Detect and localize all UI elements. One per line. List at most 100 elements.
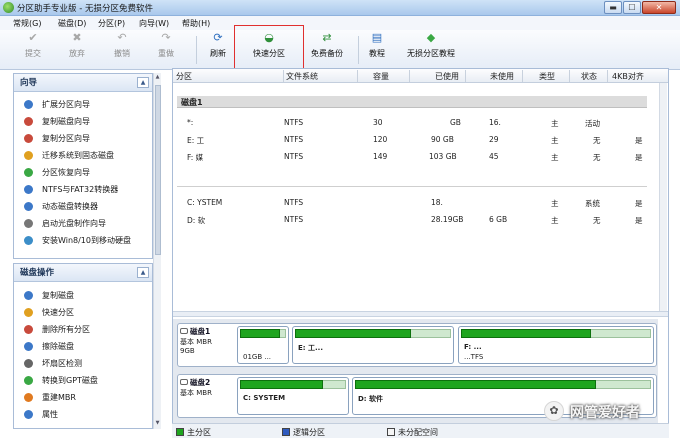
quick-partition-icon <box>24 308 33 317</box>
sidebar-item-quick-partition[interactable]: 快速分区 <box>14 304 152 321</box>
disk-ops-section: 磁盘操作 ▲ 复制磁盘 快速分区 删除所有分区 擦除磁盘 坏扇区检测 转换到GP… <box>13 263 153 429</box>
sidebar-item-copy-partition[interactable]: 复制分区向导 <box>14 130 152 147</box>
dynamic-disk-icon <box>24 202 33 211</box>
table-row[interactable]: *: NTFS 30 GB 16. 主 活动 <box>173 115 668 132</box>
col-filesystem[interactable]: 文件系统 <box>286 71 318 82</box>
scroll-up-arrow[interactable]: ▲ <box>154 74 161 82</box>
pane-splitter[interactable] <box>173 311 668 317</box>
sidebar-item-delete-all[interactable]: 删除所有分区 <box>14 321 152 338</box>
collapse-disk-ops-button[interactable]: ▲ <box>137 267 149 278</box>
cell-filesystem: NTFS <box>284 198 304 207</box>
scroll-down-arrow[interactable]: ▼ <box>154 420 161 428</box>
tutorial-button[interactable]: ▤ 教程 <box>362 32 392 68</box>
undo-button[interactable]: ↶ 撤销 <box>107 32 137 68</box>
disk1-row-header[interactable]: 磁盘1 <box>177 96 647 108</box>
rebuild-mbr-icon <box>24 393 33 402</box>
commit-button[interactable]: ✔ 提交 <box>18 32 48 68</box>
sidebar-item-label: 转换到GPT磁盘 <box>42 376 98 385</box>
disk1-partition-block[interactable]: F: ... ...TFS <box>458 326 654 364</box>
col-status[interactable]: 状态 <box>581 71 597 82</box>
cell-type: 主 <box>551 199 559 208</box>
sidebar-item-label: 快速分区 <box>42 308 74 317</box>
col-used[interactable]: 已使用 <box>435 71 459 82</box>
table-row[interactable]: F: 媒 NTFS 149 103 GB 45 主 无 是 <box>173 149 668 166</box>
col-free[interactable]: 未使用 <box>490 71 514 82</box>
sidebar-item-extend-partition[interactable]: 扩展分区向导 <box>14 96 152 113</box>
watermark: ✿ 网管爱好者 <box>544 400 670 422</box>
column-header: 分区 文件系统 容量 已使用 未使用 类型 状态 4KB对齐 <box>173 69 668 83</box>
sidebar-item-wipe-disk[interactable]: 擦除磁盘 <box>14 338 152 355</box>
sidebar-item-partition-recovery[interactable]: 分区恢复向导 <box>14 164 152 181</box>
col-separator <box>569 70 570 82</box>
cell-used: 28.19GB <box>431 215 464 224</box>
disk1-map-name: 磁盘1 <box>190 327 211 336</box>
table-row[interactable]: E: 工 NTFS 120 90 GB 29 主 无 是 <box>173 132 668 149</box>
free-backup-button[interactable]: ⇄ 免费备份 <box>305 32 349 68</box>
sidebar-item-properties[interactable]: 属性 <box>14 406 152 423</box>
sidebar-item-label: 删除所有分区 <box>42 325 90 334</box>
left-panel: 向导 ▲ 扩展分区向导 复制磁盘向导 复制分区向导 迁移系统到固态磁盘 分区恢复… <box>13 72 163 434</box>
menu-bar: 常规(G) 磁盘(D) 分区(P) 向导(W) 帮助(H) <box>0 16 680 30</box>
refresh-button[interactable]: ⟳ 刷新 <box>203 32 233 68</box>
cell-status: 无 <box>593 216 601 225</box>
sidebar-item-label: 扩展分区向导 <box>42 100 90 109</box>
close-button[interactable]: ✕ <box>642 1 676 14</box>
scroll-thumb[interactable] <box>155 85 161 255</box>
menu-general[interactable]: 常规(G) <box>13 18 41 29</box>
table-row[interactable]: C: YSTEM NTFS 18. 主 系统 是 <box>173 195 668 212</box>
lossless-tutorial-icon: ◆ <box>426 31 436 44</box>
menu-help[interactable]: 帮助(H) <box>182 18 210 29</box>
cell-filesystem: NTFS <box>284 118 304 127</box>
status-bar: 主分区 逻辑分区 未分配空间 <box>172 423 669 438</box>
disk2-map-name: 磁盘2 <box>190 378 211 387</box>
col-type[interactable]: 类型 <box>539 71 555 82</box>
sidebar-item-migrate-ssd[interactable]: 迁移系统到固态磁盘 <box>14 147 152 164</box>
partition-usage-bar <box>240 329 280 338</box>
minimize-button[interactable]: ▬ <box>604 1 622 14</box>
sidebar-item-ntfs-fat32[interactable]: NTFS与FAT32转换器 <box>14 181 152 198</box>
sidebar-item-boot-cd[interactable]: 启动光盘制作向导 <box>14 215 152 232</box>
disk2-map-type: 基本 MBR <box>180 389 212 397</box>
disk2-partition-block[interactable]: C: SYSTEM <box>237 377 349 415</box>
collapse-wizard-button[interactable]: ▲ <box>137 77 149 88</box>
col-4k-align[interactable]: 4KB对齐 <box>612 71 644 82</box>
sidebar-item-rebuild-mbr[interactable]: 重建MBR <box>14 389 152 406</box>
watermark-text: 网管爱好者 <box>570 405 640 421</box>
redo-button[interactable]: ↷ 重做 <box>151 32 181 68</box>
disk-divider <box>177 186 647 187</box>
disk1-label: 磁盘1 <box>181 98 203 107</box>
sidebar-item-copy-disk[interactable]: 复制磁盘 <box>14 287 152 304</box>
sidebar-scrollbar[interactable]: ▲ ▼ <box>153 73 161 429</box>
sidebar-item-dynamic-disk[interactable]: 动态磁盘转换器 <box>14 198 152 215</box>
discard-button[interactable]: ✖ 放弃 <box>62 32 92 68</box>
table-scrollbar[interactable] <box>659 83 667 312</box>
disk1-map[interactable]: 磁盘1 基本 MBR 9GB 01GB ... E: 工... F: ... .… <box>177 323 657 367</box>
sidebar-item-label: 迁移系统到固态磁盘 <box>42 151 114 160</box>
cell-partition: C: YSTEM <box>187 198 223 207</box>
sidebar-item-copy-disk[interactable]: 复制磁盘向导 <box>14 113 152 130</box>
lossless-tutorial-button[interactable]: ◆ 无损分区教程 <box>401 32 461 68</box>
col-partition[interactable]: 分区 <box>176 71 192 82</box>
sidebar-item-convert-gpt[interactable]: 转换到GPT磁盘 <box>14 372 152 389</box>
menu-disk[interactable]: 磁盘(D) <box>58 18 86 29</box>
disk1-partition-block[interactable]: E: 工... <box>292 326 454 364</box>
disk1-partition-block[interactable]: 01GB ... <box>237 326 289 364</box>
sidebar-item-win-to-go[interactable]: 安装Win8/10到移动硬盘 <box>14 232 152 249</box>
bad-sector-icon <box>24 359 33 368</box>
sidebar-item-label: 分区恢复向导 <box>42 168 90 177</box>
app-icon <box>3 2 14 13</box>
maximize-button[interactable]: ☐ <box>623 1 641 14</box>
col-separator <box>607 70 608 82</box>
partition-usage-bar <box>355 380 596 389</box>
win-to-go-icon <box>24 236 33 245</box>
col-capacity[interactable]: 容量 <box>373 71 389 82</box>
cell-partition: F: 媒 <box>187 153 204 162</box>
undo-icon: ↶ <box>117 31 127 44</box>
cell-align: 是 <box>635 199 643 208</box>
cell-partition: *: <box>187 118 194 127</box>
convert-gpt-icon <box>24 376 33 385</box>
sidebar-item-bad-sector[interactable]: 坏扇区检测 <box>14 355 152 372</box>
menu-wizard[interactable]: 向导(W) <box>139 18 169 29</box>
menu-partition[interactable]: 分区(P) <box>98 18 125 29</box>
table-row[interactable]: D: 软 NTFS 28.19GB 6 GB 主 无 是 <box>173 212 668 229</box>
